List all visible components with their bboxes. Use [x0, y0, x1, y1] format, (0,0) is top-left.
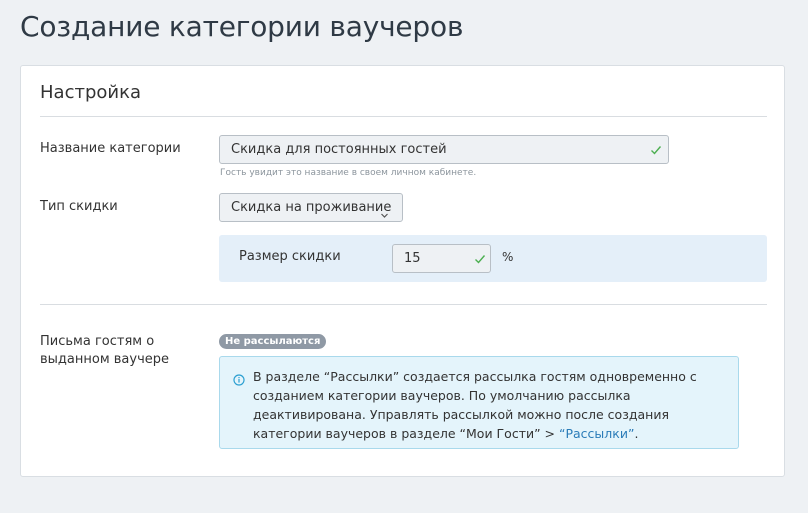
category-name-input[interactable] [219, 135, 669, 164]
page-title: Создание категории ваучеров [20, 10, 464, 43]
section-title: Настройка [40, 82, 141, 103]
discount-size-label: Размер скидки [239, 249, 341, 264]
info-icon [233, 371, 245, 386]
settings-card: Настройка Название категории Гость увиди… [20, 65, 785, 477]
check-icon [474, 253, 486, 265]
discount-type-select[interactable]: Скидка на проживание [219, 193, 403, 222]
info-box: В разделе “Рассылки” создается рассылка … [219, 356, 739, 449]
info-text-end: . [634, 426, 639, 441]
check-icon [650, 144, 662, 156]
category-name-label: Название категории [40, 141, 181, 156]
letters-label: Письма гостям о выданном ваучере [40, 334, 170, 367]
divider [40, 304, 767, 305]
discount-size-panel: Размер скидки % [219, 235, 767, 282]
discount-unit: % [502, 250, 514, 264]
category-name-hint: Гость увидит это название в своем личном… [220, 168, 477, 178]
discount-type-label: Тип скидки [40, 199, 118, 214]
chevron-down-icon [380, 203, 389, 218]
divider [40, 116, 767, 117]
status-badge: Не рассылаются [219, 334, 327, 349]
info-text: В разделе “Рассылки” создается рассылка … [253, 367, 733, 443]
mailings-link[interactable]: “Рассылки” [559, 426, 634, 441]
discount-type-value: Скидка на проживание [231, 200, 392, 215]
